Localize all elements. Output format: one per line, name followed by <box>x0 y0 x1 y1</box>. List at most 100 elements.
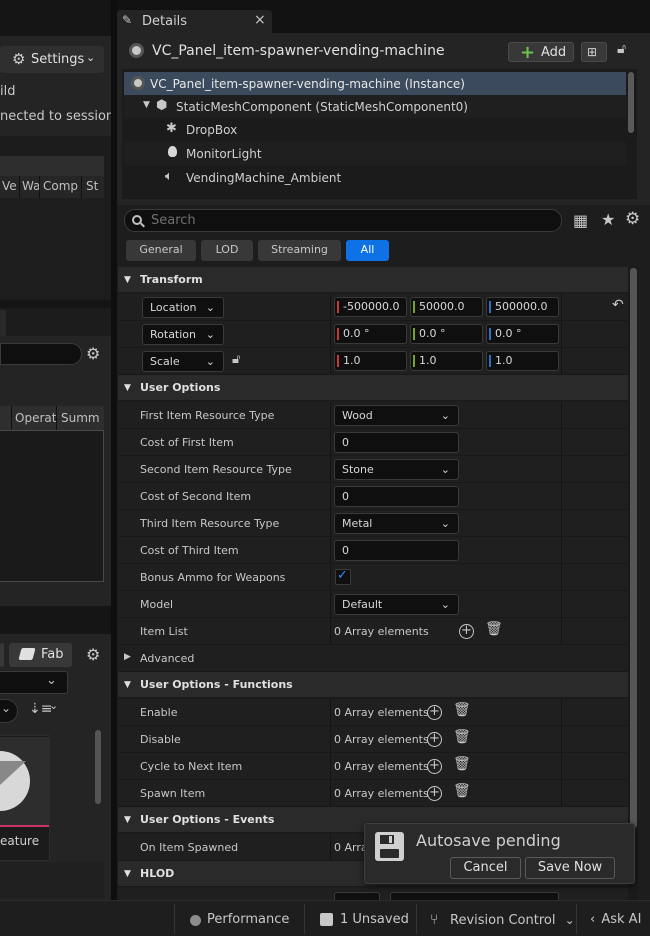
trash-icon[interactable]: 🗑︎ <box>453 729 471 745</box>
trash-icon[interactable]: 🗑︎ <box>453 756 471 772</box>
scale-dropdown[interactable]: Scale ⌄ <box>142 351 224 372</box>
tree-item[interactable]: MonitorLight <box>124 142 626 165</box>
scale-y-field[interactable]: 1.0 <box>410 351 483 371</box>
performance-button[interactable]: Performance <box>187 906 289 934</box>
rotation-z-field[interactable]: 0.0 ° <box>486 324 559 344</box>
property-row: Cost of Third Item 0 <box>118 537 628 564</box>
cost-first-field[interactable]: 0 <box>334 432 459 453</box>
column-header[interactable]: Ve <box>2 179 17 193</box>
cost-second-field[interactable]: 0 <box>334 486 459 507</box>
filter-tab-streaming[interactable]: Streaming <box>258 240 341 261</box>
category-label: User Options <box>140 381 221 394</box>
cancel-button[interactable]: Cancel <box>450 857 521 879</box>
filter-tab-lod[interactable]: LOD <box>201 240 253 261</box>
property-row: First Item Resource Type Wood ⌄ <box>118 402 628 429</box>
scrollbar[interactable] <box>95 730 101 804</box>
add-element-icon[interactable]: + <box>427 759 442 774</box>
cancel-label: Cancel <box>463 860 508 875</box>
value: 1.0 <box>419 354 437 367</box>
chevron-down-icon[interactable]: ⌄ <box>49 699 58 712</box>
branch-icon: ⑂ <box>430 912 439 928</box>
save-now-button[interactable]: Save Now <box>525 857 615 879</box>
actor-icon <box>131 76 145 90</box>
lock-icon[interactable]: 🔓︎ <box>617 41 626 57</box>
filter-tab-all[interactable]: All <box>346 240 389 261</box>
location-y-field[interactable]: 50000.0 <box>410 297 483 317</box>
rotation-x-field[interactable]: 0.0 ° <box>334 324 407 344</box>
tree-item-label: VendingMachine_Ambient <box>186 171 342 185</box>
chevron-down-icon: ⌄ <box>564 913 575 927</box>
second-item-type-dropdown[interactable]: Stone ⌄ <box>334 459 459 480</box>
revision-control-button[interactable]: ⑂ Revision Control ⌄ <box>429 906 575 934</box>
add-element-icon[interactable]: + <box>459 624 474 639</box>
filter-tab-general[interactable]: General <box>126 240 196 261</box>
trash-icon[interactable]: 🗑︎ <box>485 621 503 637</box>
ask-ai-label: Ask AI <box>601 912 642 927</box>
ask-ai-button[interactable]: ‹ Ask AI <box>590 906 641 934</box>
content-button[interactable] <box>0 643 4 667</box>
property-row: Second Item Resource Type Stone ⌄ <box>118 456 628 483</box>
reset-arrow-icon[interactable]: ↶ <box>612 297 624 313</box>
add-element-icon[interactable]: + <box>427 732 442 747</box>
session-text: nected to session. <box>0 109 111 124</box>
location-dropdown[interactable]: Location ⌄ <box>142 297 224 318</box>
scale-z-field[interactable]: 1.0 <box>486 351 559 371</box>
actor-name: VC_Panel_item-spawner-vending-machine <box>152 43 445 59</box>
property-row: Cost of Second Item 0 <box>118 483 628 510</box>
category-transform[interactable]: ▼ Transform <box>118 267 628 293</box>
filter-input[interactable] <box>0 343 82 365</box>
model-dropdown[interactable]: Default ⌄ <box>334 594 459 615</box>
category-functions[interactable]: ▼ User Options - Functions <box>118 672 628 698</box>
lock-icon[interactable]: 🔓︎ <box>232 352 240 367</box>
column-header[interactable]: Summ <box>61 411 100 425</box>
properties-scrollbar[interactable] <box>630 268 637 828</box>
collapse-arrow-icon: ▼ <box>124 680 131 690</box>
column-header[interactable]: Wa <box>22 179 40 193</box>
property-label: Item List <box>140 625 188 638</box>
table2-header: Operat Summ <box>0 406 104 430</box>
asset-tile[interactable]: eature <box>0 735 50 861</box>
gear-icon[interactable]: ⚙ <box>86 344 100 363</box>
tree-item[interactable]: ▼ ⬢ StaticMeshComponent (StaticMeshCompo… <box>124 95 626 118</box>
add-component-button[interactable]: + Add <box>508 42 574 63</box>
path-dropdown[interactable]: ⌄ <box>0 671 68 694</box>
star-icon[interactable]: ★ <box>601 210 615 229</box>
details-tab[interactable]: ✎ Details × <box>117 10 272 33</box>
category-user-options[interactable]: ▼ User Options <box>118 375 628 401</box>
fab-button[interactable]: Fab <box>9 643 72 667</box>
add-element-icon[interactable]: + <box>427 705 442 720</box>
gear-icon[interactable]: ⚙ <box>625 209 640 229</box>
search-input[interactable]: Search <box>124 209 562 232</box>
gear-icon[interactable]: ⚙ <box>86 645 100 664</box>
first-item-type-dropdown[interactable]: Wood ⌄ <box>334 405 459 426</box>
rotation-dropdown[interactable]: Rotation ⌄ <box>142 324 224 345</box>
close-icon[interactable]: × <box>254 12 266 28</box>
location-z-field[interactable]: 500000.0 <box>486 297 559 317</box>
tree-scrollbar[interactable] <box>628 72 634 133</box>
cost-third-field[interactable]: 0 <box>334 540 459 561</box>
tree-item[interactable]: VC_Panel_item-spawner-vending-machine (I… <box>124 72 626 95</box>
column-header[interactable]: Comp <box>43 179 78 193</box>
trash-icon[interactable]: 🗑︎ <box>453 783 471 799</box>
bonus-ammo-checkbox[interactable]: ✓ <box>335 568 351 585</box>
rotation-y-field[interactable]: 0.0 ° <box>410 324 483 344</box>
property-label: Third Item Resource Type <box>140 517 280 530</box>
unsaved-button[interactable]: 1 Unsaved <box>318 906 409 934</box>
column-header[interactable]: Operat <box>15 411 56 425</box>
scale-x-field[interactable]: 1.0 <box>334 351 407 371</box>
column-header[interactable]: St <box>86 179 98 193</box>
table-view-icon[interactable]: ▦ <box>573 211 588 230</box>
blueprint-button[interactable]: ⊞ <box>581 42 607 62</box>
collapse-arrow-icon: ▼ <box>124 815 131 825</box>
collapse-arrow-icon[interactable]: ▼ <box>143 100 150 110</box>
location-x-field[interactable]: -500000.0 <box>334 297 407 317</box>
value: 0.0 ° <box>495 327 522 340</box>
property-row-advanced[interactable]: ▶ Advanced <box>118 645 628 672</box>
tree-item[interactable]: ✱ DropBox <box>124 118 626 141</box>
add-element-icon[interactable]: + <box>427 786 442 801</box>
settings-button[interactable]: ⚙ Settings ⌄ <box>0 46 104 73</box>
tree-item[interactable]: 🔈︎ VendingMachine_Ambient <box>124 166 626 189</box>
dropbox-icon: ✱ <box>166 121 177 136</box>
third-item-type-dropdown[interactable]: Metal ⌄ <box>334 513 459 534</box>
trash-icon[interactable]: 🗑︎ <box>453 702 471 718</box>
